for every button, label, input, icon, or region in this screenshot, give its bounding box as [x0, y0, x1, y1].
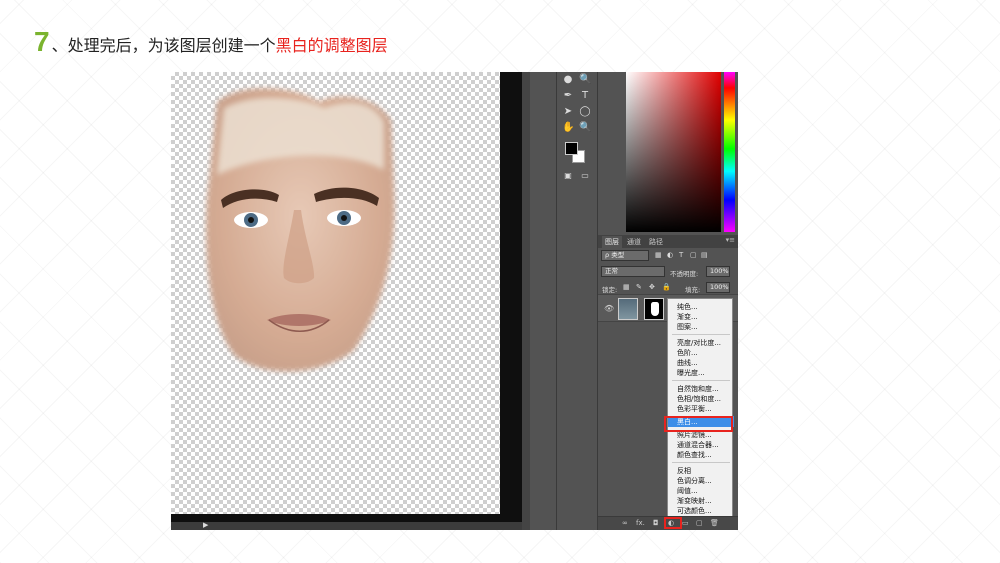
fill-label: 填充:	[685, 286, 701, 294]
quick-mask-icon[interactable]: ▣	[562, 170, 574, 182]
lock-all-icon[interactable]: 🔒	[662, 283, 671, 291]
filter-smart-icon[interactable]: ▤	[701, 251, 708, 259]
layer-filter-select[interactable]: ρ 类型	[601, 250, 649, 261]
menu-item-color-balance[interactable]: 色彩平衡...	[677, 404, 712, 414]
menu-item-channel-mixer[interactable]: 通道混合器...	[677, 440, 719, 450]
canvas-bottom-edge	[171, 514, 522, 522]
zoom-tool-icon[interactable]: 🔍	[579, 122, 591, 134]
ellipse-tool-icon[interactable]: ◯	[579, 106, 591, 118]
dodge-tool-icon[interactable]: 🔍	[579, 74, 591, 86]
fill-field[interactable]: 100%	[706, 282, 730, 293]
menu-separator	[672, 334, 730, 335]
tools-panel	[556, 72, 598, 530]
title-highlight: 黑白的调整图层	[275, 36, 388, 55]
status-bar	[171, 522, 522, 530]
document-canvas[interactable]	[171, 72, 500, 514]
filter-shape-icon[interactable]: ▢	[690, 251, 697, 259]
layer-mask-thumbnail[interactable]	[644, 298, 664, 320]
hue-slider[interactable]	[724, 72, 735, 232]
menu-separator	[672, 380, 730, 381]
menu-item-brightness-contrast[interactable]: 亮度/对比度...	[677, 338, 721, 348]
menu-item-threshold[interactable]: 阈值...	[677, 486, 698, 496]
face-image	[206, 88, 395, 372]
blur-tool-icon[interactable]: ●	[562, 74, 574, 86]
title-text: 、处理完后，为该图层创建一个	[51, 36, 276, 55]
menu-item-gradient-map[interactable]: 渐变映射...	[677, 496, 712, 506]
link-icon[interactable]: ∞	[622, 519, 628, 527]
lock-paint-icon[interactable]: ✎	[636, 283, 642, 291]
panel-gap	[522, 72, 530, 530]
filter-type-icon[interactable]: T	[679, 251, 683, 259]
hand-tool-icon[interactable]: ✋	[562, 122, 574, 134]
tab-paths[interactable]: 路径	[646, 236, 666, 248]
menu-item-color-lookup[interactable]: 颜色查找...	[677, 450, 712, 460]
tab-layers[interactable]: 图层	[602, 236, 622, 248]
type-tool-icon[interactable]: T	[579, 90, 591, 102]
pen-tool-icon[interactable]: ✒	[562, 90, 574, 102]
lock-move-icon[interactable]: ✥	[649, 283, 655, 291]
filter-adjust-icon[interactable]: ◐	[667, 251, 673, 259]
lock-label: 锁定:	[602, 286, 618, 294]
screen-mode-icon[interactable]: ▭	[579, 170, 591, 182]
menu-separator	[672, 462, 730, 463]
color-picker-field[interactable]	[626, 72, 721, 232]
trash-icon[interactable]: 🗑	[710, 519, 719, 527]
filter-pixel-icon[interactable]: ▦	[655, 251, 662, 259]
blend-mode-select[interactable]: 正常	[601, 266, 665, 277]
group-icon[interactable]: ▭	[682, 519, 689, 527]
selection-highlight-box	[664, 416, 733, 432]
slide-title: 7 、处理完后，为该图层创建一个 黑白的调整图层	[34, 26, 388, 60]
menu-item-hue-saturation[interactable]: 色相/饱和度...	[677, 394, 721, 404]
menu-item-selective-color[interactable]: 可选颜色...	[677, 506, 712, 516]
menu-item-gradient[interactable]: 渐变...	[677, 312, 698, 322]
menu-item-solid-color[interactable]: 纯色...	[677, 302, 698, 312]
adjustment-layer-menu: 纯色... 渐变... 图案... 亮度/对比度... 色阶... 曲线... …	[667, 298, 734, 524]
tab-channels[interactable]: 通道	[624, 236, 644, 248]
adjustment-button-highlight	[664, 517, 682, 529]
menu-item-curves[interactable]: 曲线...	[677, 358, 698, 368]
step-number: 7	[34, 26, 50, 57]
play-icon[interactable]: ▶	[203, 521, 208, 529]
path-select-tool-icon[interactable]: ➤	[562, 106, 574, 118]
menu-item-invert[interactable]: 反相	[677, 466, 691, 476]
menu-item-pattern[interactable]: 图案...	[677, 322, 698, 332]
lock-pixels-icon[interactable]: ▦	[623, 283, 630, 291]
menu-item-posterize[interactable]: 色调分离...	[677, 476, 712, 486]
layer-thumbnail	[618, 298, 638, 320]
menu-item-exposure[interactable]: 曝光度...	[677, 368, 705, 378]
panel-menu-icon[interactable]: ▾≡	[726, 236, 735, 244]
opacity-label: 不透明度:	[670, 270, 699, 278]
mask-shape	[651, 302, 659, 316]
foreground-color-swatch[interactable]	[565, 142, 578, 155]
menu-item-levels[interactable]: 色阶...	[677, 348, 698, 358]
fx-icon[interactable]: fx.	[636, 519, 645, 527]
add-mask-icon[interactable]: ◘	[653, 519, 659, 527]
eye-icon[interactable]: 👁	[604, 304, 614, 313]
menu-item-vibrance[interactable]: 自然饱和度...	[677, 384, 719, 394]
opacity-field[interactable]: 100%	[706, 266, 730, 277]
canvas-edge	[500, 72, 522, 522]
layers-panel-tabs: 图层 通道 路径 ▾≡	[598, 235, 738, 248]
photoshop-screenshot: ▶ ● 🔍 ✒ T ➤ ◯ ✋ 🔍 ▣ ▭ 图层 通道 路径 ▾≡ ρ 类型 ▦…	[171, 72, 738, 530]
new-layer-icon[interactable]: ▢	[696, 519, 703, 527]
